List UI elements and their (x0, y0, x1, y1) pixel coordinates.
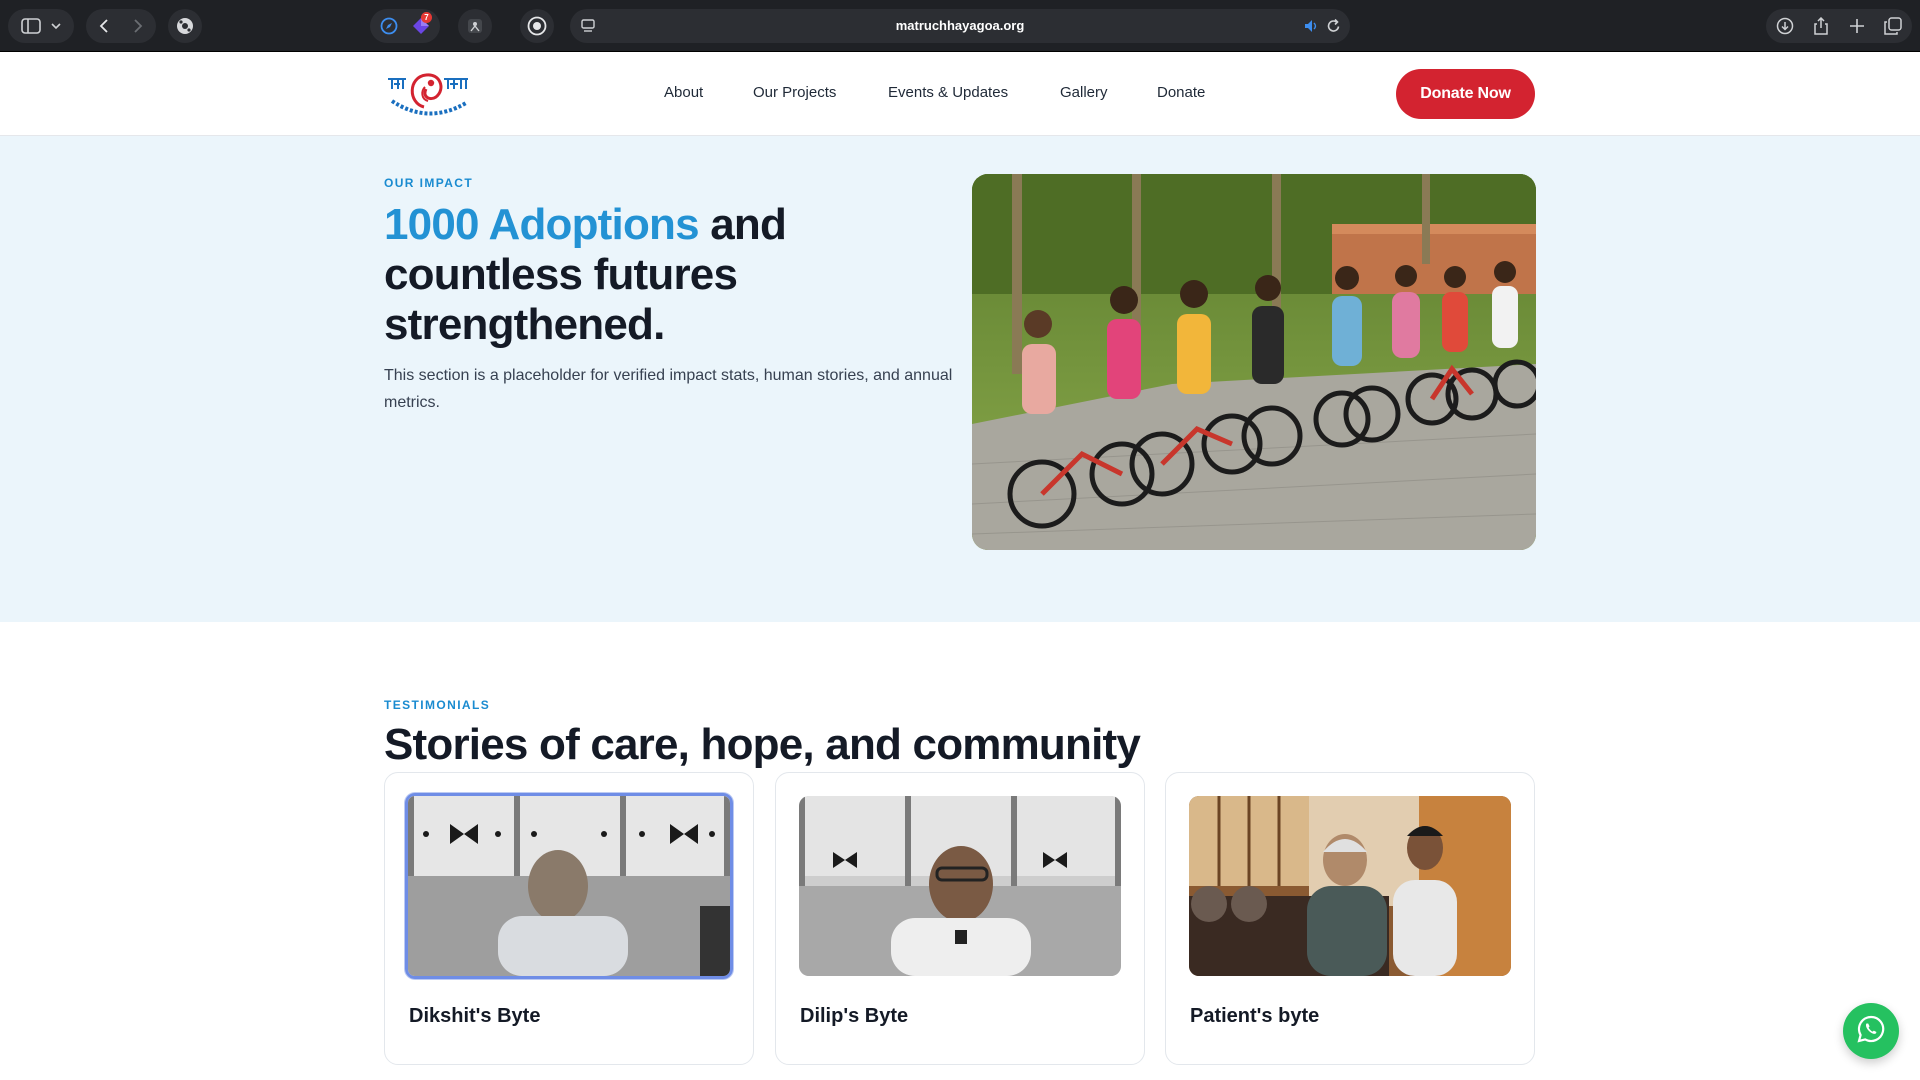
video-thumbnail-dikshit[interactable] (405, 793, 733, 979)
testimonial-card[interactable]: Dilip's Byte (775, 772, 1145, 1065)
testimonials-eyebrow: TESTIMONIALS (384, 698, 491, 712)
video-thumbnail-patient[interactable] (1189, 796, 1511, 976)
speaker-icon[interactable] (1304, 19, 1320, 38)
impact-eyebrow: OUR IMPACT (384, 176, 474, 190)
gem-icon[interactable]: 7 (412, 12, 432, 35)
impact-description: This section is a placeholder for verifi… (384, 367, 953, 411)
download-icon[interactable] (1776, 17, 1794, 35)
back-icon[interactable] (98, 19, 110, 33)
extensions-group: 7 (370, 9, 440, 43)
whatsapp-button[interactable] (1843, 1003, 1899, 1059)
forward-icon[interactable] (132, 19, 144, 33)
headline-highlight: 1000 Adoptions (384, 200, 700, 249)
share-icon[interactable] (1813, 17, 1829, 35)
plus-icon[interactable] (1849, 18, 1865, 34)
history-nav (86, 9, 156, 43)
chevron-down-icon (51, 22, 61, 30)
donate-now-button[interactable]: Donate Now (1396, 69, 1535, 119)
card-title: Patient's byte (1190, 1005, 1320, 1027)
privacy-icon (467, 18, 483, 34)
notification-badge: 7 (421, 12, 432, 23)
browser-toolbar: 7 matruchhayagoa.org (0, 0, 1920, 52)
sidebar-icon (21, 18, 41, 34)
privacy-button[interactable] (458, 9, 492, 43)
extension-icon (176, 17, 194, 35)
nav-gallery[interactable]: Gallery (1060, 84, 1108, 101)
sidebar-toggle-button[interactable] (8, 9, 74, 43)
nav-about[interactable]: About (664, 84, 703, 101)
compass-icon[interactable] (380, 17, 398, 35)
address-bar[interactable]: matruchhayagoa.org (570, 9, 1350, 43)
reload-icon[interactable] (1326, 18, 1341, 39)
toolbar-actions (1766, 9, 1912, 43)
video-thumbnail-dilip[interactable] (799, 796, 1121, 976)
record-icon (527, 16, 547, 36)
whatsapp-icon (1856, 1014, 1886, 1049)
nav-events-updates[interactable]: Events & Updates (888, 84, 1008, 101)
extension-button[interactable] (168, 9, 202, 43)
tabs-icon[interactable] (1884, 17, 1902, 35)
url-text: matruchhayagoa.org (895, 18, 1025, 33)
site-header: About Our Projects Events & Updates Gall… (0, 52, 1920, 136)
testimonial-card[interactable]: Dikshit's Byte (384, 772, 754, 1065)
testimonial-card[interactable]: Patient's byte (1165, 772, 1535, 1065)
nav-our-projects[interactable]: Our Projects (753, 84, 836, 101)
card-title: Dikshit's Byte (409, 1005, 541, 1027)
nav-donate[interactable]: Donate (1157, 84, 1205, 101)
site-logo[interactable] (384, 67, 472, 123)
hero-photo-girls-bicycles (972, 174, 1536, 550)
impact-section: OUR IMPACT 1000 Adoptions and countless … (0, 136, 1920, 622)
testimonials-title: Stories of care, hope, and community (384, 720, 1141, 769)
record-button[interactable] (520, 9, 554, 43)
card-title: Dilip's Byte (800, 1005, 909, 1027)
impact-headline: 1000 Adoptions and countless futures str… (384, 200, 924, 350)
